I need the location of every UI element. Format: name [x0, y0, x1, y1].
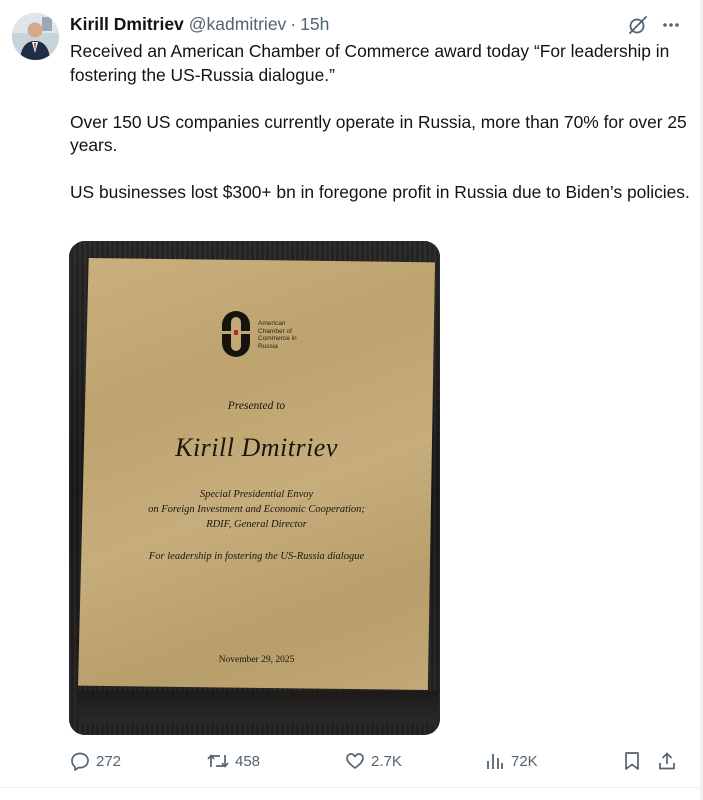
- tweet-top-icons: [627, 14, 681, 36]
- reply-button[interactable]: 272: [70, 748, 121, 774]
- amcham-org-name: American Chamber of Commerce in Russia: [258, 320, 328, 350]
- role-line: RDIF, General Director: [206, 519, 307, 530]
- views-count: 72K: [511, 752, 538, 770]
- header-separator: ·: [290, 13, 297, 34]
- author-name[interactable]: Kirill Dmitriev: [70, 14, 184, 35]
- share-button[interactable]: [657, 748, 677, 774]
- heart-icon: [345, 751, 365, 771]
- presented-to: Presented to: [227, 400, 286, 412]
- org-line: Commerce in: [258, 335, 297, 342]
- role-line: on Foreign Investment and Economic Coope…: [148, 504, 365, 515]
- plaque-recipient: Kirill Dmitriev: [175, 433, 338, 462]
- views-button[interactable]: 72K: [485, 748, 538, 774]
- amcham-logo-icon: [220, 309, 252, 359]
- avatar[interactable]: [12, 13, 59, 60]
- bookmark-button[interactable]: [623, 748, 641, 774]
- like-button[interactable]: 2.7K: [345, 748, 402, 774]
- tweet-paragraph: Received an American Chamber of Commerce…: [70, 41, 670, 85]
- repost-icon: [207, 751, 229, 771]
- reply-count: 272: [96, 752, 122, 770]
- plaque-plate: American Chamber of Commerce in Russia P…: [78, 258, 435, 690]
- grok-icon[interactable]: [627, 14, 649, 36]
- share-icon: [657, 751, 677, 771]
- repost-count: 458: [235, 752, 261, 770]
- tweet-photo[interactable]: American Chamber of Commerce in Russia P…: [69, 241, 440, 735]
- reply-icon: [70, 751, 90, 771]
- divider: [0, 787, 703, 788]
- org-line: Russia: [258, 342, 278, 350]
- more-icon[interactable]: [661, 15, 681, 35]
- views-icon: [485, 751, 505, 771]
- bookmark-icon: [623, 751, 641, 771]
- org-line: American: [258, 320, 286, 327]
- author-handle[interactable]: @kadmitriev: [189, 14, 287, 35]
- timestamp[interactable]: 15h: [300, 14, 329, 35]
- tweet-actions: 272 458 2.7K 72K: [70, 748, 683, 774]
- tweet-header: Kirill Dmitriev @kadmitriev · 15h: [70, 12, 633, 36]
- plaque-base: [78, 691, 438, 723]
- repost-button[interactable]: 458: [207, 748, 260, 774]
- plaque-role: Special Presidential Envoy on Foreign In…: [78, 487, 435, 532]
- plaque-reason: For leadership in fostering the US-Russi…: [148, 551, 365, 562]
- role-line: Special Presidential Envoy: [199, 489, 314, 500]
- like-count: 2.7K: [371, 752, 402, 770]
- org-line: Chamber of: [258, 327, 292, 335]
- plaque-date: November 29, 2025: [218, 655, 295, 665]
- tweet-text: Received an American Chamber of Commerce…: [70, 40, 690, 228]
- tweet-paragraph: Over 150 US companies currently operate …: [70, 111, 687, 156]
- tweet-paragraph: US businesses lost $300+ bn in foregone …: [70, 182, 690, 202]
